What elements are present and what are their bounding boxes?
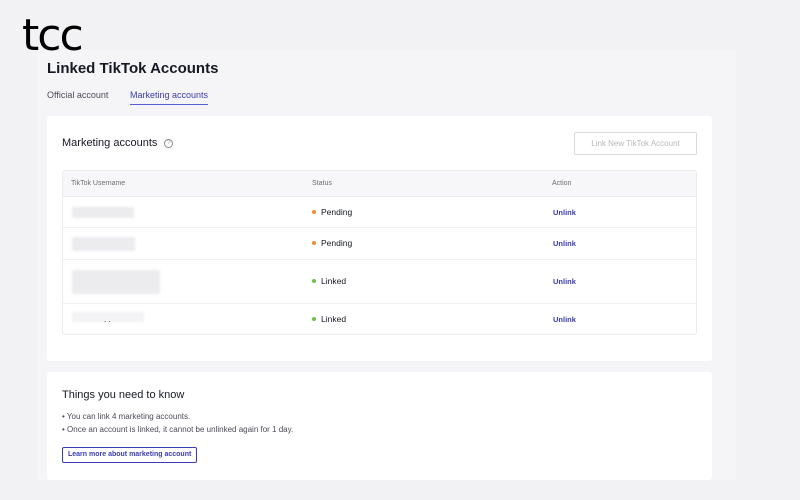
marketing-accounts-title: Marketing accounts <box>62 137 158 149</box>
info-bullet: You can link 4 marketing accounts. <box>62 410 293 423</box>
blurred-username <box>72 237 135 251</box>
tab-official-account[interactable]: Official account <box>47 90 108 104</box>
table-header: TikTok Username Status Action <box>63 171 696 197</box>
blurred-username <box>72 207 134 218</box>
unlink-button[interactable]: Unlink <box>553 208 576 217</box>
unlink-button[interactable]: Unlink <box>553 239 576 248</box>
table-row: Pending Unlink <box>63 228 696 260</box>
column-header-username: TikTok Username <box>71 180 126 187</box>
blurred-username <box>72 270 160 294</box>
status-dot-icon <box>312 279 316 283</box>
status-cell: Linked <box>312 276 346 286</box>
marketing-accounts-heading: Marketing accounts ? <box>62 137 174 149</box>
username-fragment: . . <box>104 315 111 324</box>
tab-marketing-accounts[interactable]: Marketing accounts <box>130 90 209 105</box>
things-to-know-title: Things you need to know <box>62 389 185 401</box>
learn-more-button[interactable]: Learn more about marketing account <box>62 447 198 463</box>
status-text: Pending <box>321 207 353 217</box>
table-row: . . Linked Unlink <box>63 304 696 334</box>
status-text: Pending <box>321 238 353 248</box>
status-dot-icon <box>312 317 316 321</box>
info-bullet-list: You can link 4 marketing accounts. Once … <box>62 410 293 436</box>
accounts-table: TikTok Username Status Action Pending Un… <box>62 170 697 335</box>
status-cell: Pending <box>312 207 352 217</box>
things-to-know-card: Things you need to know You can link 4 m… <box>47 372 712 480</box>
question-circle-icon[interactable]: ? <box>164 138 174 148</box>
table-row: Linked Unlink <box>63 260 696 304</box>
marketing-accounts-card: Marketing accounts ? Link New TikTok Acc… <box>47 116 712 361</box>
tcc-logo: tcc <box>22 10 84 61</box>
info-bullet: Once an account is linked, it cannot be … <box>62 423 293 436</box>
table-row: Pending Unlink <box>63 197 696 228</box>
column-header-action: Action <box>552 180 572 187</box>
status-text: Linked <box>321 314 347 324</box>
unlink-button[interactable]: Unlink <box>553 315 576 324</box>
page-title: Linked TikTok Accounts <box>47 60 219 77</box>
link-new-tiktok-account-button[interactable]: Link New TikTok Account <box>574 132 697 155</box>
status-dot-icon <box>312 241 316 245</box>
status-cell: Pending <box>312 238 352 248</box>
status-cell: Linked <box>312 314 346 324</box>
status-text: Linked <box>321 276 347 286</box>
status-dot-icon <box>312 210 316 214</box>
column-header-status: Status <box>312 180 332 187</box>
unlink-button[interactable]: Unlink <box>553 277 576 286</box>
